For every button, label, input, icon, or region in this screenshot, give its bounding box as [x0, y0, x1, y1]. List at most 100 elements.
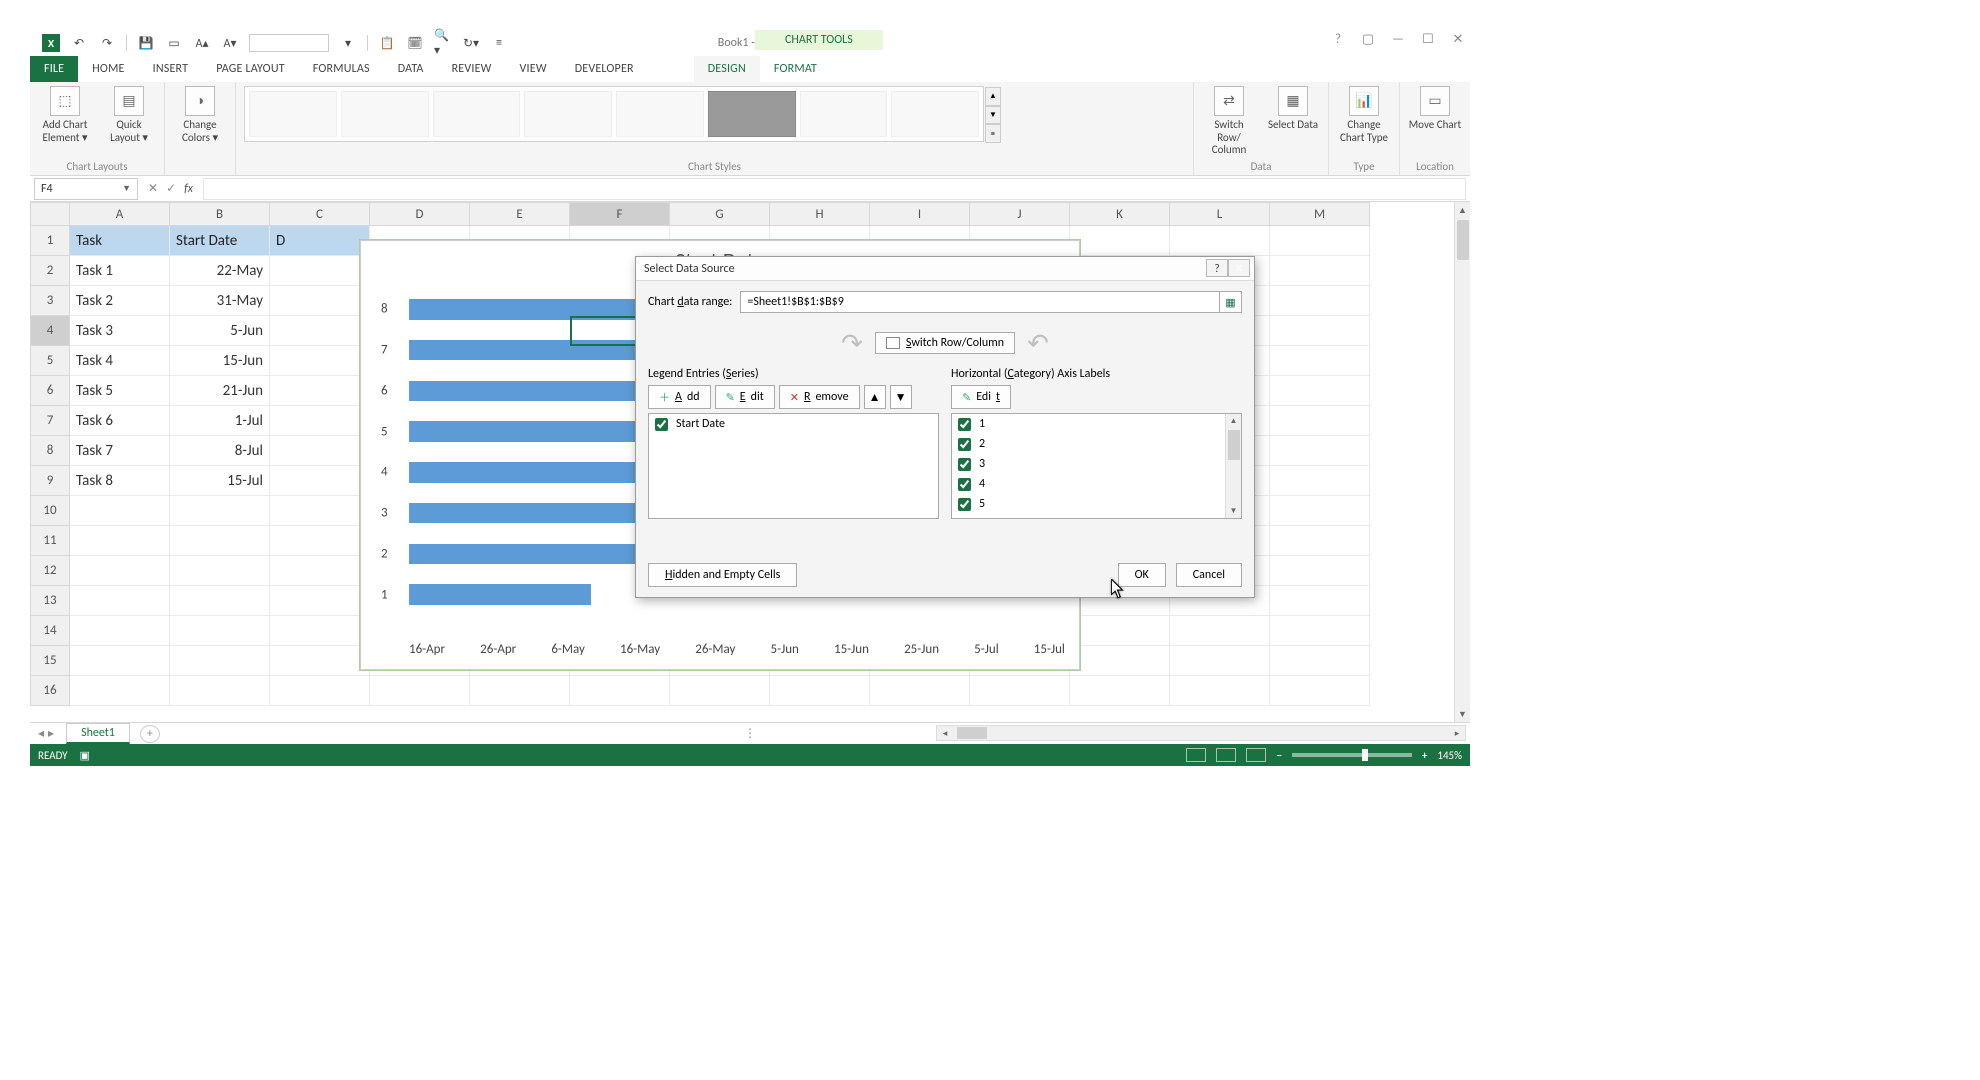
list-scrollbar[interactable]: ▲ ▼ — [1225, 414, 1241, 518]
category-list-item[interactable]: 4 — [952, 474, 1241, 494]
row-header-10[interactable]: 10 — [30, 496, 70, 526]
cell-K16[interactable] — [1070, 676, 1170, 706]
cell-A8[interactable]: Task 7 — [70, 436, 170, 466]
scroll-thumb[interactable] — [1228, 430, 1240, 460]
style-thumb[interactable] — [616, 91, 704, 137]
scroll-left-button[interactable]: ◂ — [937, 728, 953, 739]
cell-I16[interactable] — [870, 676, 970, 706]
cell-A2[interactable]: Task 1 — [70, 256, 170, 286]
cell-M2[interactable] — [1270, 256, 1370, 286]
fx-label[interactable]: fx — [184, 182, 193, 196]
cell-L16[interactable] — [1170, 676, 1270, 706]
column-header-D[interactable]: D — [370, 202, 470, 226]
series-list-item[interactable]: Start Date — [649, 414, 938, 434]
cell-M3[interactable] — [1270, 286, 1370, 316]
column-header-B[interactable]: B — [170, 202, 270, 226]
tab-developer[interactable]: DEVELOPER — [561, 56, 648, 82]
cell-C11[interactable] — [270, 526, 370, 556]
cell-A7[interactable]: Task 6 — [70, 406, 170, 436]
name-box-dropdown-icon[interactable]: ▼ — [122, 183, 131, 194]
cell-B16[interactable] — [170, 676, 270, 706]
column-header-L[interactable]: L — [1170, 202, 1270, 226]
cell-A4[interactable]: Task 3 — [70, 316, 170, 346]
chart-bar[interactable] — [409, 544, 657, 564]
column-header-I[interactable]: I — [870, 202, 970, 226]
paste-icon[interactable]: 📋 — [378, 34, 396, 52]
sheet-tab-sheet1[interactable]: Sheet1 — [66, 723, 130, 744]
hidden-empty-cells-button[interactable]: Hidden and Empty Cells — [648, 563, 797, 587]
quick-layout-button[interactable]: ▤ Quick Layout ▾ — [102, 86, 156, 144]
remove-series-button[interactable]: ✕Remove — [779, 385, 860, 409]
cell-L15[interactable] — [1170, 646, 1270, 676]
cell-B4[interactable]: 5-Jun — [170, 316, 270, 346]
select-all-corner[interactable] — [30, 202, 70, 226]
row-header-5[interactable]: 5 — [30, 346, 70, 376]
cell-M16[interactable] — [1270, 676, 1370, 706]
style-thumb[interactable] — [891, 91, 979, 137]
view-page-break-button[interactable] — [1246, 748, 1266, 762]
cell-C15[interactable] — [270, 646, 370, 676]
formula-input[interactable] — [203, 178, 1466, 200]
tab-view[interactable]: VIEW — [506, 56, 561, 82]
row-header-16[interactable]: 16 — [30, 676, 70, 706]
cell-M14[interactable] — [1270, 616, 1370, 646]
cell-A11[interactable] — [70, 526, 170, 556]
cell-L1[interactable] — [1170, 226, 1270, 256]
column-header-G[interactable]: G — [670, 202, 770, 226]
chart-styles-gallery[interactable]: ▲ ▼ ≡ — [244, 86, 984, 142]
chart-bar[interactable] — [409, 584, 591, 604]
cell-M8[interactable] — [1270, 436, 1370, 466]
cell-B6[interactable]: 21-Jun — [170, 376, 270, 406]
cell-C9[interactable] — [270, 466, 370, 496]
category-list-item[interactable]: 3 — [952, 454, 1241, 474]
tab-split-handle[interactable]: ⋮ — [744, 726, 756, 741]
sheet-nav-prev[interactable]: ◂ — [38, 726, 44, 741]
cell-C7[interactable] — [270, 406, 370, 436]
qat-dropdown[interactable]: ▾ — [339, 34, 357, 52]
category-list-item[interactable]: 1 — [952, 414, 1241, 434]
tab-formulas[interactable]: FORMULAS — [299, 56, 384, 82]
touch-mode-button[interactable]: ▭ — [165, 34, 183, 52]
font-increase-button[interactable]: A▴ — [193, 34, 211, 52]
zoom-knob[interactable] — [1362, 749, 1368, 761]
cell-B12[interactable] — [170, 556, 270, 586]
cell-A6[interactable]: Task 5 — [70, 376, 170, 406]
help-button[interactable]: ? — [1330, 32, 1346, 47]
cell-A14[interactable] — [70, 616, 170, 646]
row-header-8[interactable]: 8 — [30, 436, 70, 466]
column-header-K[interactable]: K — [1070, 202, 1170, 226]
cell-A3[interactable]: Task 2 — [70, 286, 170, 316]
select-data-button[interactable]: ▦ Select Data — [1266, 86, 1320, 132]
switch-row-column-dialog-button[interactable]: SSwitch Row/Columnwitch Row/Column — [875, 332, 1015, 354]
cell-C1[interactable]: D — [270, 226, 370, 256]
tab-home[interactable]: HOME — [78, 56, 138, 82]
cell-K14[interactable] — [1070, 616, 1170, 646]
cell-M6[interactable] — [1270, 376, 1370, 406]
vertical-scrollbar[interactable]: ▲ ▼ — [1454, 202, 1470, 722]
ribbon-display-button[interactable]: ▢ — [1360, 32, 1376, 47]
calendar-icon[interactable]: 🗓 — [406, 34, 424, 52]
row-header-1[interactable]: 1 — [30, 226, 70, 256]
cell-K15[interactable] — [1070, 646, 1170, 676]
redo-button[interactable]: ↷ — [98, 34, 116, 52]
cell-M1[interactable] — [1270, 226, 1370, 256]
cell-E16[interactable] — [470, 676, 570, 706]
row-header-7[interactable]: 7 — [30, 406, 70, 436]
zoom-out-button[interactable]: − — [1276, 749, 1281, 762]
name-box[interactable]: F4 ▼ — [34, 178, 138, 200]
font-decrease-button[interactable]: A▾ — [221, 34, 239, 52]
save-button[interactable]: 💾 — [137, 34, 155, 52]
cell-B11[interactable] — [170, 526, 270, 556]
cell-B9[interactable]: 15-Jul — [170, 466, 270, 496]
cell-G16[interactable] — [670, 676, 770, 706]
view-normal-button[interactable] — [1186, 748, 1206, 762]
row-header-2[interactable]: 2 — [30, 256, 70, 286]
cell-A5[interactable]: Task 4 — [70, 346, 170, 376]
cancel-formula-button[interactable]: ✕ — [148, 181, 158, 196]
row-header-13[interactable]: 13 — [30, 586, 70, 616]
refresh-icon[interactable]: ↻▾ — [462, 34, 480, 52]
cell-B15[interactable] — [170, 646, 270, 676]
dialog-title-bar[interactable]: Select Data Source ? ✕ — [636, 257, 1254, 281]
category-checkbox[interactable] — [958, 438, 971, 451]
cell-F16[interactable] — [570, 676, 670, 706]
